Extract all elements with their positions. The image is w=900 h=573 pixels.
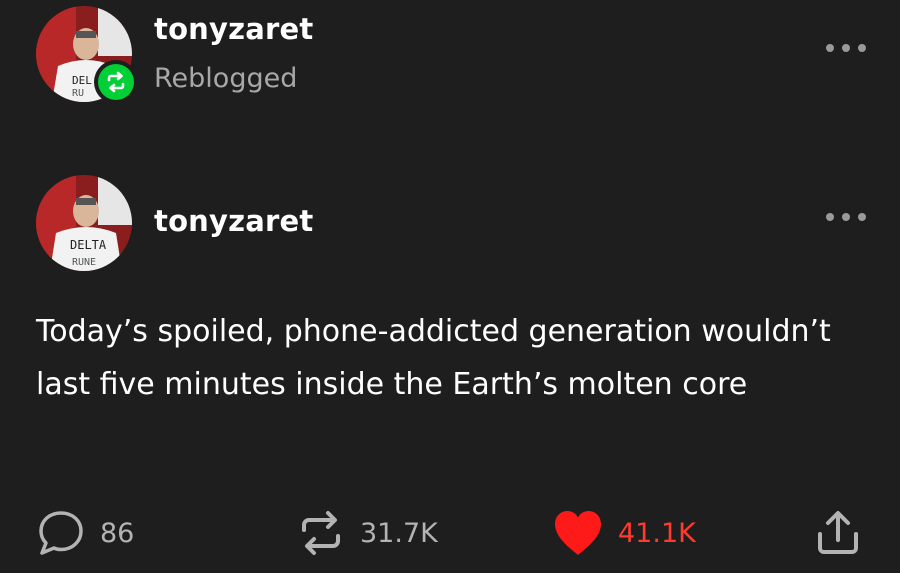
share-button[interactable]: [813, 505, 863, 561]
author-username[interactable]: tonyzaret: [154, 204, 313, 238]
reblog-icon: [107, 71, 125, 93]
post-header: DELTA RUNE tonyzaret: [0, 170, 900, 280]
post-more-button[interactable]: [826, 207, 866, 227]
reblog-header: DEL RU tonyzaret Reblogged: [0, 0, 900, 110]
more-icon-dot: [858, 44, 866, 52]
share-icon: [818, 511, 858, 554]
more-icon: [826, 213, 834, 221]
svg-text:DEL: DEL: [72, 74, 92, 87]
more-icon-dot: [842, 44, 850, 52]
more-icon-dot: [858, 213, 866, 221]
reblogged-status: Reblogged: [154, 63, 298, 94]
post-text: Today’s spoiled, phone-addicted generati…: [36, 314, 831, 402]
like-count: 41.1K: [618, 517, 696, 549]
reply-count: 86: [100, 517, 135, 549]
reblogger-username[interactable]: tonyzaret: [154, 12, 313, 46]
reply-button[interactable]: 86: [36, 505, 134, 561]
reblog-count: 31.7K: [360, 517, 438, 549]
post-footer: 86 31.7K 41.1K: [0, 505, 900, 561]
like-button[interactable]: 41.1K: [552, 505, 696, 561]
reply-icon: [39, 511, 83, 555]
more-icon-dot: [842, 213, 850, 221]
reblog-more-button[interactable]: [826, 38, 866, 58]
author-avatar[interactable]: DELTA RUNE: [36, 175, 132, 271]
svg-text:DELTA: DELTA: [70, 238, 107, 252]
more-icon: [826, 44, 834, 52]
reblog-badge: [94, 60, 138, 104]
reblog-icon: [302, 511, 340, 555]
heart-icon: [555, 511, 601, 555]
reblog-button[interactable]: 31.7K: [296, 505, 438, 561]
svg-text:RU: RU: [72, 88, 84, 99]
svg-text:RUNE: RUNE: [72, 257, 96, 268]
